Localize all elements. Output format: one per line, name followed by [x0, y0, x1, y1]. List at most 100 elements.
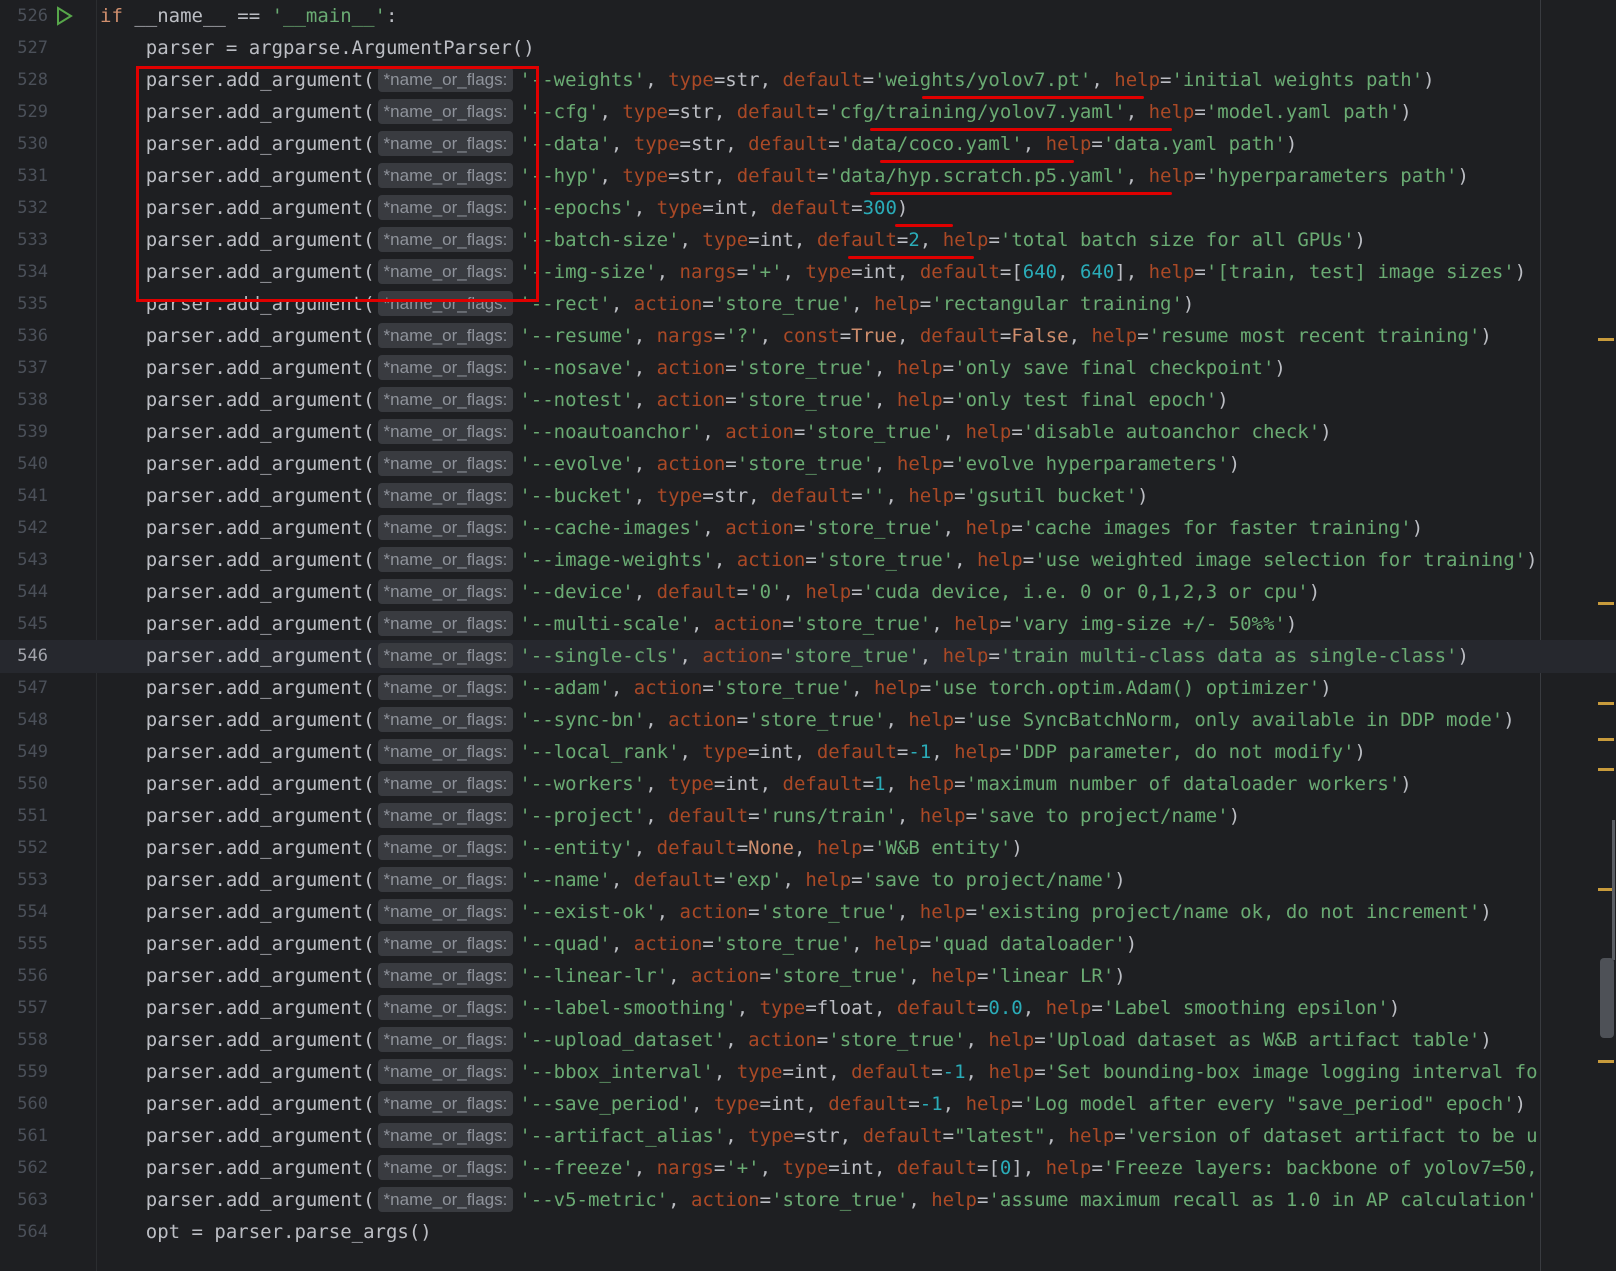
- code-text[interactable]: parser.add_argument(*name_or_flags: '--ar…: [100, 1120, 1538, 1153]
- code-text[interactable]: parser.add_argument(*name_or_flags: '--ca…: [100, 512, 1423, 545]
- code-line[interactable]: 547 parser.add_argument(*name_or_flags: '…: [0, 672, 1616, 705]
- code-line[interactable]: 538 parser.add_argument(*name_or_flags: '…: [0, 384, 1616, 417]
- code-token: action: [690, 965, 760, 987]
- code-line[interactable]: 549 parser.add_argument(*name_or_flags: '…: [0, 736, 1616, 769]
- line-number: 562: [17, 1158, 48, 1178]
- line-number: 550: [17, 774, 48, 794]
- code-line[interactable]: 554 parser.add_argument(*name_or_flags: '…: [0, 896, 1616, 929]
- code-text[interactable]: parser.add_argument(*name_or_flags: '--ex…: [100, 896, 1492, 929]
- code-text[interactable]: parser.add_argument(*name_or_flags: '--ad…: [100, 672, 1332, 705]
- code-line[interactable]: 555 parser.add_argument(*name_or_flags: '…: [0, 928, 1616, 961]
- code-token: ): [1480, 901, 1492, 923]
- code-text[interactable]: parser.add_argument(*name_or_flags: '--sy…: [100, 704, 1515, 737]
- code-text[interactable]: opt = parser.parse_args(): [100, 1216, 432, 1249]
- code-line[interactable]: 542 parser.add_argument(*name_or_flags: '…: [0, 512, 1616, 545]
- code-text[interactable]: parser.add_argument(*name_or_flags: '--li…: [100, 960, 1126, 993]
- code-text[interactable]: parser.add_argument(*name_or_flags: '--up…: [100, 1024, 1492, 1057]
- code-line[interactable]: 551 parser.add_argument(*name_or_flags: '…: [0, 800, 1616, 833]
- code-text[interactable]: parser.add_argument(*name_or_flags: '--no…: [100, 384, 1229, 417]
- code-text[interactable]: parser.add_argument(*name_or_flags: '--ev…: [100, 448, 1240, 481]
- code-line[interactable]: 562 parser.add_argument(*name_or_flags: '…: [0, 1152, 1616, 1185]
- code-text[interactable]: parser.add_argument(*name_or_flags: '--wo…: [100, 768, 1412, 801]
- code-line[interactable]: 553 parser.add_argument(*name_or_flags: '…: [0, 864, 1616, 897]
- code-token: nargs: [679, 261, 737, 283]
- code-text[interactable]: parser.add_argument(*name_or_flags: '--mu…: [100, 608, 1297, 641]
- code-text[interactable]: parser.add_argument(*name_or_flags: '--lo…: [100, 736, 1366, 769]
- code-token: ,: [633, 581, 657, 603]
- code-token: -1: [919, 1093, 943, 1115]
- code-text[interactable]: parser.add_argument(*name_or_flags: '--pr…: [100, 800, 1240, 833]
- code-token: ): [1285, 613, 1298, 635]
- code-token: default: [633, 869, 714, 891]
- parameter-hint: *name_or_flags:: [377, 1091, 514, 1116]
- code-line[interactable]: 543 parser.add_argument(*name_or_flags: '…: [0, 544, 1616, 577]
- code-token: '+': [725, 1157, 760, 1179]
- code-line[interactable]: 526 if __name__ == '__main__':: [0, 0, 1616, 33]
- scrollbar-warning-marker[interactable]: [1598, 602, 1614, 605]
- code-token: =: [1160, 69, 1172, 91]
- code-text[interactable]: parser.add_argument(*name_or_flags: '--re…: [100, 320, 1492, 353]
- code-text[interactable]: parser.add_argument(*name_or_flags: '--bb…: [100, 1056, 1538, 1089]
- code-text[interactable]: parser.add_argument(*name_or_flags: '--im…: [100, 544, 1538, 577]
- code-line[interactable]: 557 parser.add_argument(*name_or_flags: '…: [0, 992, 1616, 1025]
- code-line[interactable]: 564 opt = parser.parse_args(): [0, 1216, 1616, 1249]
- code-token: action: [656, 453, 726, 475]
- code-text[interactable]: parser = argparse.ArgumentParser(): [100, 32, 535, 65]
- code-token: action: [725, 421, 794, 443]
- code-token: 1: [874, 773, 886, 795]
- code-text[interactable]: parser.add_argument(*name_or_flags: '--qu…: [100, 928, 1137, 961]
- line-number: 548: [17, 710, 48, 730]
- code-token: type: [622, 101, 669, 123]
- code-text[interactable]: parser.add_argument(*name_or_flags: '--de…: [100, 576, 1320, 609]
- code-token: ,: [679, 229, 703, 251]
- code-text[interactable]: parser.add_argument(*name_or_flags: '--na…: [100, 864, 1126, 897]
- code-line[interactable]: 550 parser.add_argument(*name_or_flags: '…: [0, 768, 1616, 801]
- code-token: '--cache-images': [519, 517, 703, 539]
- code-token: type: [668, 69, 714, 91]
- code-line[interactable]: 563 parser.add_argument(*name_or_flags: '…: [0, 1184, 1616, 1217]
- code-text[interactable]: parser.add_argument(*name_or_flags: '--fr…: [100, 1152, 1538, 1185]
- code-editor[interactable]: 526 if __name__ == '__main__': 527 parser …: [0, 0, 1616, 1271]
- run-icon[interactable]: [54, 6, 74, 26]
- code-line[interactable]: 558 parser.add_argument(*name_or_flags: '…: [0, 1024, 1616, 1057]
- code-line[interactable]: 545 parser.add_argument(*name_or_flags: '…: [0, 608, 1616, 641]
- code-line[interactable]: 546 parser.add_argument(*name_or_flags: '…: [0, 640, 1616, 673]
- code-text[interactable]: parser.add_argument(*name_or_flags: '--bu…: [100, 480, 1149, 513]
- code-line[interactable]: 537 parser.add_argument(*name_or_flags: '…: [0, 352, 1616, 385]
- code-token: ,: [633, 325, 657, 347]
- code-token: ,: [885, 485, 909, 507]
- code-text[interactable]: parser.add_argument(*name_or_flags: '--la…: [100, 992, 1400, 1025]
- code-line[interactable]: 527 parser = argparse.ArgumentParser(): [0, 32, 1616, 65]
- code-line[interactable]: 541 parser.add_argument(*name_or_flags: '…: [0, 480, 1616, 513]
- code-token: =: [896, 741, 909, 763]
- scrollbar-warning-marker[interactable]: [1598, 338, 1614, 341]
- code-text[interactable]: parser.add_argument(*name_or_flags: '--no…: [100, 416, 1332, 449]
- code-line[interactable]: 539 parser.add_argument(*name_or_flags: '…: [0, 416, 1616, 449]
- code-line[interactable]: 544 parser.add_argument(*name_or_flags: '…: [0, 576, 1616, 609]
- code-text[interactable]: if __name__ == '__main__':: [100, 0, 397, 33]
- code-token: =: [1034, 1061, 1046, 1083]
- code-text[interactable]: parser.add_argument(*name_or_flags: '--v5…: [100, 1184, 1538, 1217]
- code-line[interactable]: 560 parser.add_argument(*name_or_flags: '…: [0, 1088, 1616, 1121]
- code-token: ,: [942, 421, 966, 443]
- scrollbar-warning-marker[interactable]: [1598, 738, 1614, 741]
- code-line[interactable]: 556 parser.add_argument(*name_or_flags: '…: [0, 960, 1616, 993]
- code-line[interactable]: 559 parser.add_argument(*name_or_flags: '…: [0, 1056, 1616, 1089]
- scrollbar-warning-marker[interactable]: [1598, 768, 1614, 771]
- code-text[interactable]: parser.add_argument(*name_or_flags: '--no…: [100, 352, 1286, 385]
- code-text[interactable]: parser.add_argument(*name_or_flags: '--si…: [100, 640, 1469, 673]
- scrollbar-warning-marker[interactable]: [1598, 1060, 1614, 1063]
- code-line[interactable]: 561 parser.add_argument(*name_or_flags: '…: [0, 1120, 1616, 1153]
- code-line[interactable]: 540 parser.add_argument(*name_or_flags: '…: [0, 448, 1616, 481]
- code-line[interactable]: 548 parser.add_argument(*name_or_flags: '…: [0, 704, 1616, 737]
- scrollbar-thumb[interactable]: [1600, 958, 1614, 1038]
- code-line[interactable]: 552 parser.add_argument(*name_or_flags: '…: [0, 832, 1616, 865]
- code-text[interactable]: parser.add_argument(*name_or_flags: '--sa…: [100, 1088, 1526, 1121]
- code-token: type: [656, 485, 703, 507]
- code-token: default: [816, 741, 897, 763]
- scrollbar-warning-marker[interactable]: [1598, 702, 1614, 705]
- code-text[interactable]: parser.add_argument(*name_or_flags: '--en…: [100, 832, 1023, 865]
- code-token: ): [1114, 869, 1126, 891]
- code-token: '--sync-bn': [519, 709, 646, 731]
- code-line[interactable]: 536 parser.add_argument(*name_or_flags: '…: [0, 320, 1616, 353]
